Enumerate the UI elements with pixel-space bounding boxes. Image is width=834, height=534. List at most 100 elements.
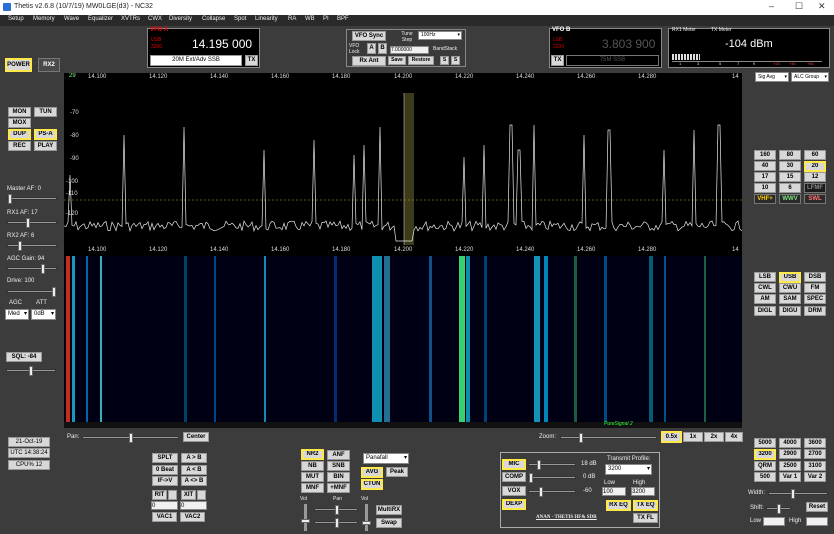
xit-zero-button[interactable]: [197, 490, 206, 500]
mode-am-button[interactable]: AM: [754, 294, 776, 304]
tx-high-field[interactable]: 3200: [631, 487, 655, 496]
restore-button[interactable]: Restore: [408, 56, 434, 65]
bandstack-s1-button[interactable]: S: [440, 56, 449, 65]
rx-ant-button[interactable]: Rx Ant: [352, 56, 386, 66]
filter-qrm-button[interactable]: QRM: [754, 461, 776, 471]
master-af-slider[interactable]: [7, 194, 57, 204]
filter-3100-button[interactable]: 3100: [804, 461, 826, 471]
split-button[interactable]: SPLT: [152, 453, 178, 463]
tx-filter-button[interactable]: TX FL: [633, 513, 658, 523]
filter-width-thumb[interactable]: [791, 489, 795, 499]
band-wwv-button[interactable]: WWV: [779, 194, 801, 204]
menu-cwx[interactable]: CWX: [148, 16, 162, 22]
rx2-af-thumb[interactable]: [18, 241, 22, 251]
att-select[interactable]: 0dB: [31, 309, 56, 320]
menu-equalizer[interactable]: Equalizer: [88, 16, 113, 22]
waterfall[interactable]: [64, 256, 742, 422]
zoom-4x-button[interactable]: 4x: [725, 432, 743, 442]
zoom-05x-button[interactable]: 0.5x: [661, 431, 682, 443]
vfo-a-band-display[interactable]: 20M Ext/Adv SSB: [150, 55, 242, 66]
mode-digl-button[interactable]: DIGL: [754, 306, 776, 316]
tx-eq-button[interactable]: TX EQ: [633, 500, 658, 511]
rx-pan-slider-1[interactable]: [314, 505, 358, 515]
snb-button[interactable]: SNB: [327, 461, 350, 471]
psa-button[interactable]: PS-A: [34, 129, 57, 140]
menu-linearity[interactable]: Linearity: [255, 16, 278, 22]
filter-5000-button[interactable]: 5000: [754, 438, 776, 448]
rit-value-field[interactable]: 0: [151, 501, 178, 510]
band-swl-button[interactable]: SWL: [804, 194, 826, 204]
zoom-2x-button[interactable]: 2x: [704, 432, 724, 442]
ctun-button[interactable]: CTUN: [361, 479, 383, 490]
menu-diversity[interactable]: Diversity: [169, 16, 192, 22]
peak-button[interactable]: Peak: [386, 467, 408, 477]
offset-field[interactable]: 7.000000: [390, 46, 429, 54]
menu-setup[interactable]: Setup: [8, 16, 24, 22]
anf-button[interactable]: ANF: [327, 450, 350, 460]
rx-eq-button[interactable]: RX EQ: [606, 500, 631, 511]
mic-thumb[interactable]: [537, 460, 541, 470]
mode-cwl-button[interactable]: CWL: [754, 283, 776, 293]
pan-slider[interactable]: [82, 433, 179, 443]
panadapter[interactable]: 29 14.100 14.120 14.140 14.160 14.180 14…: [64, 73, 742, 245]
rx1-af-slider[interactable]: [7, 218, 57, 228]
filter-shift-slider[interactable]: [766, 504, 791, 514]
filter-2900-button[interactable]: 2900: [779, 449, 801, 459]
mox-button[interactable]: MOX: [8, 118, 31, 128]
master-af-thumb[interactable]: [8, 194, 12, 204]
if-to-v-button[interactable]: IF->V: [152, 476, 178, 486]
mode-fm-button[interactable]: FM: [804, 283, 826, 293]
drive-thumb[interactable]: [52, 287, 56, 297]
filter-reset-button[interactable]: Reset: [806, 502, 828, 512]
tx-low-field[interactable]: 100: [602, 487, 626, 496]
vfo-sync-button[interactable]: VFO Sync: [352, 31, 386, 41]
rx2-button[interactable]: RX2: [38, 58, 60, 72]
zero-beat-button[interactable]: 0 Beat: [152, 465, 178, 475]
xit-button[interactable]: XIT: [181, 490, 196, 500]
menu-xvtrs[interactable]: XVTRs: [121, 16, 140, 22]
menu-pi[interactable]: PI: [323, 16, 329, 22]
filter-var2-button[interactable]: Var 2: [804, 472, 826, 482]
mic-button[interactable]: MIC: [502, 459, 526, 470]
agc-select[interactable]: Med: [5, 309, 29, 320]
menu-memory[interactable]: Memory: [33, 16, 55, 22]
vox-button[interactable]: VOX: [502, 486, 526, 496]
zoom-1x-button[interactable]: 1x: [683, 432, 703, 442]
rx1-vol-thumb[interactable]: [301, 519, 310, 523]
band-30-button[interactable]: 30: [779, 161, 801, 171]
band-20-button[interactable]: 20: [804, 161, 826, 172]
comp-slider[interactable]: [528, 473, 576, 483]
filter-2700-button[interactable]: 2700: [804, 449, 826, 459]
filter-3200-button[interactable]: 3200: [754, 449, 776, 460]
minimize-button[interactable]: –: [769, 1, 774, 11]
vac1-button[interactable]: VAC1: [152, 512, 177, 522]
rx1-af-thumb[interactable]: [26, 218, 30, 228]
rx2-af-slider[interactable]: [7, 241, 57, 251]
power-button[interactable]: POWER: [5, 58, 32, 72]
pan-thumb[interactable]: [129, 433, 133, 443]
sql-thumb[interactable]: [29, 366, 33, 376]
mnf-button[interactable]: MNF: [301, 483, 324, 493]
filter-shift-thumb[interactable]: [777, 504, 781, 514]
rit-zero-button[interactable]: [168, 490, 177, 500]
close-button[interactable]: ✕: [818, 1, 826, 12]
center-button[interactable]: Center: [183, 432, 209, 442]
vfo-b-frequency[interactable]: 3.803 900: [602, 37, 655, 51]
rit-button[interactable]: RIT: [152, 490, 167, 500]
vox-thumb[interactable]: [539, 487, 543, 497]
vfo-a-frequency[interactable]: 14.195 000: [192, 37, 252, 51]
sql-button[interactable]: SQL: -84: [6, 352, 42, 362]
mode-dsb-button[interactable]: DSB: [804, 272, 826, 282]
band-6-button[interactable]: 6: [779, 183, 801, 193]
band-lfmf-button[interactable]: LFMF: [804, 183, 826, 193]
sql-slider[interactable]: [6, 366, 56, 376]
swap-button[interactable]: Swap: [376, 518, 402, 528]
mode-drm-button[interactable]: DRM: [804, 306, 826, 316]
rx-meter-select[interactable]: Sig Avg: [755, 72, 789, 82]
a-swap-b-button[interactable]: A <> B: [181, 476, 207, 486]
menu-bpf[interactable]: BPF: [337, 16, 349, 22]
menu-collapse[interactable]: Collapse: [202, 16, 225, 22]
mic-slider[interactable]: [528, 460, 576, 470]
filter-width-slider[interactable]: [768, 489, 828, 499]
mode-usb-button[interactable]: USB: [779, 272, 801, 283]
